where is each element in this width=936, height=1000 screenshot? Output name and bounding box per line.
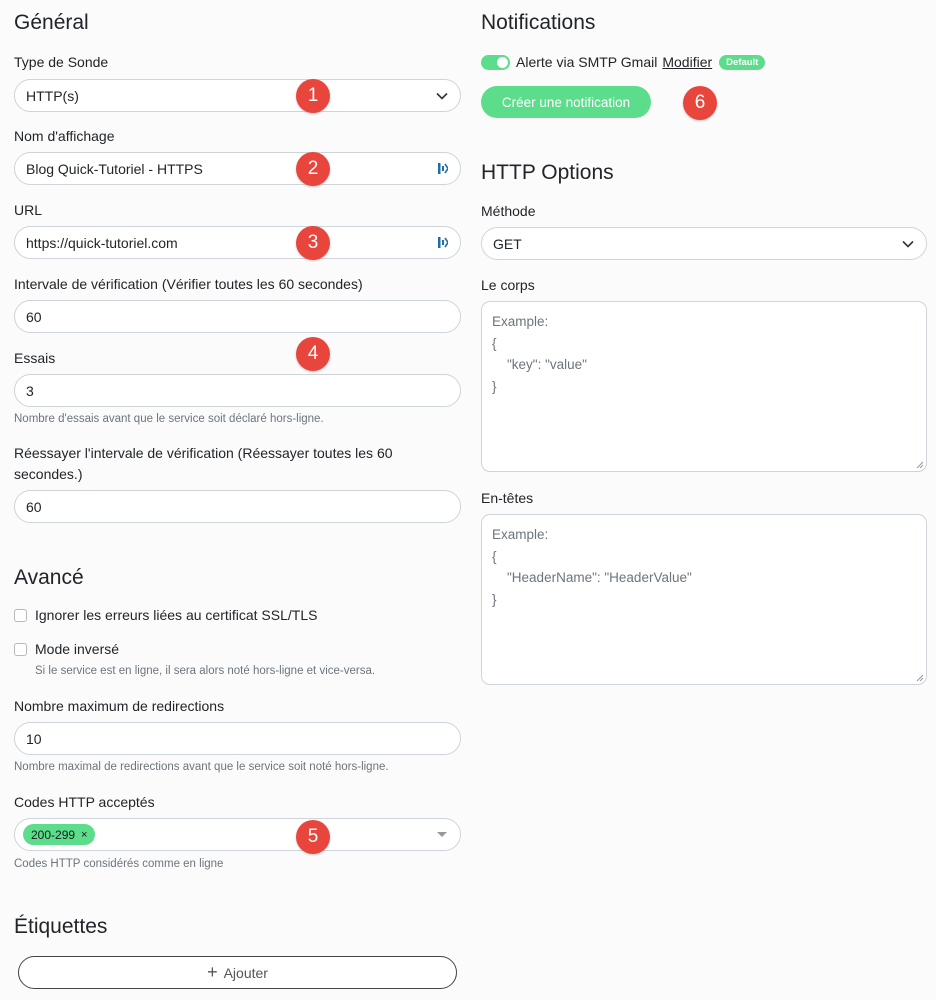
- close-icon[interactable]: ×: [81, 829, 87, 841]
- headers-placeholder-line: {: [492, 548, 497, 564]
- body-label: Le corps: [481, 277, 535, 293]
- chevron-down-icon: [435, 89, 449, 103]
- body-placeholder-line: {: [492, 335, 497, 351]
- notification-label: Alerte via SMTP Gmail: [516, 54, 658, 70]
- create-notification-button[interactable]: Créer une notification: [481, 86, 651, 118]
- headers-placeholder-line: }: [492, 591, 497, 607]
- annotation-marker-1: 1: [296, 79, 330, 113]
- tag-chip[interactable]: 200-299 ×: [23, 824, 96, 845]
- method-label: Méthode: [481, 203, 536, 219]
- upside-down-hint: Si le service est en ligne, il sera alor…: [35, 665, 376, 677]
- body-placeholder-line: }: [492, 378, 497, 394]
- annotation-marker-3: 3: [296, 226, 330, 260]
- plus-icon: +: [207, 962, 218, 982]
- upside-down-checkbox-row[interactable]: Mode inversé: [14, 641, 119, 657]
- resize-handle-icon[interactable]: [915, 673, 924, 682]
- password-manager-icon[interactable]: [437, 236, 449, 250]
- max-redirects-input[interactable]: 10: [14, 722, 461, 755]
- upside-down-label: Mode inversé: [35, 641, 120, 657]
- annotation-marker-4: 4: [296, 337, 330, 371]
- interval-value: 60: [26, 308, 42, 325]
- monitor-type-value: HTTP(s): [26, 87, 79, 104]
- retries-label: Essais: [14, 350, 56, 366]
- caret-down-icon[interactable]: [435, 828, 449, 842]
- monitor-type-label: Type de Sonde: [14, 54, 109, 70]
- retry-interval-label-line2: secondes.): [14, 466, 83, 482]
- display-name-label: Nom d'affichage: [14, 128, 115, 144]
- headers-placeholder-line: "HeaderName": "HeaderValue": [492, 570, 692, 585]
- url-label: URL: [14, 202, 43, 218]
- add-tag-label: Ajouter: [223, 964, 268, 981]
- retries-value: 3: [26, 382, 34, 399]
- general-title: Général: [14, 11, 89, 34]
- method-value: GET: [493, 235, 522, 252]
- body-placeholder-line: Example:: [492, 314, 549, 329]
- headers-label: En-têtes: [481, 490, 534, 506]
- tags-title: Étiquettes: [14, 915, 108, 938]
- url-input[interactable]: https://quick-tutoriel.com: [14, 226, 461, 259]
- retries-input[interactable]: 3: [14, 374, 461, 407]
- ignore-tls-checkbox-row[interactable]: Ignorer les erreurs liées au certificat …: [14, 607, 317, 623]
- url-value: https://quick-tutoriel.com: [26, 234, 178, 251]
- monitor-type-select[interactable]: HTTP(s): [14, 79, 461, 112]
- retry-interval-input[interactable]: 60: [14, 490, 461, 523]
- annotation-marker-6: 6: [683, 86, 717, 120]
- headers-textarea[interactable]: Example: { "HeaderName": "HeaderValue" }: [481, 514, 927, 685]
- chevron-down-icon: [901, 237, 915, 251]
- retries-hint: Nombre d'essais avant que le service soi…: [14, 413, 324, 425]
- accepted-codes-label: Codes HTTP acceptés: [14, 794, 155, 810]
- notification-toggle[interactable]: [481, 54, 510, 70]
- annotation-marker-2: 2: [296, 152, 330, 186]
- default-badge: Default: [719, 54, 766, 70]
- retry-interval-label-line1: Réessayer l'intervale de vérification (R…: [14, 445, 393, 461]
- body-placeholder-line: "key": "value": [492, 357, 587, 372]
- password-manager-icon[interactable]: [437, 162, 449, 176]
- interval-input[interactable]: 60: [14, 300, 461, 333]
- max-redirects-hint: Nombre maximal de redirections avant que…: [14, 761, 389, 773]
- method-select[interactable]: GET: [481, 227, 927, 260]
- tag-chip-label: 200-299: [31, 827, 76, 842]
- display-name-input[interactable]: Blog Quick-Tutoriel - HTTPS: [14, 152, 461, 185]
- add-tag-button[interactable]: + Ajouter: [18, 956, 457, 989]
- accepted-codes-hint: Codes HTTP considérés comme en ligne: [14, 858, 224, 870]
- edit-notification-link[interactable]: Modifier: [662, 54, 712, 70]
- interval-label: Intervale de vérification (Vérifier tout…: [14, 276, 363, 292]
- accepted-codes-select[interactable]: 200-299 ×: [14, 818, 461, 851]
- upside-down-checkbox[interactable]: [14, 642, 27, 656]
- advanced-title: Avancé: [14, 566, 84, 589]
- http-options-title: HTTP Options: [481, 161, 614, 184]
- display-name-value: Blog Quick-Tutoriel - HTTPS: [26, 160, 203, 177]
- max-redirects-label: Nombre maximum de redirections: [14, 698, 225, 714]
- headers-placeholder-line: Example:: [492, 527, 549, 542]
- notification-item: Alerte via SMTP Gmail Modifier Default: [481, 54, 766, 70]
- ignore-tls-checkbox[interactable]: [14, 608, 27, 622]
- resize-handle-icon[interactable]: [915, 460, 924, 469]
- max-redirects-value: 10: [26, 730, 42, 747]
- accepted-codes-tags: 200-299 ×: [23, 824, 435, 845]
- ignore-tls-label: Ignorer les erreurs liées au certificat …: [35, 607, 318, 623]
- notifications-title: Notifications: [481, 11, 596, 34]
- annotation-marker-5: 5: [296, 820, 330, 854]
- body-textarea[interactable]: Example: { "key": "value" }: [481, 301, 927, 472]
- retry-interval-value: 60: [26, 498, 42, 515]
